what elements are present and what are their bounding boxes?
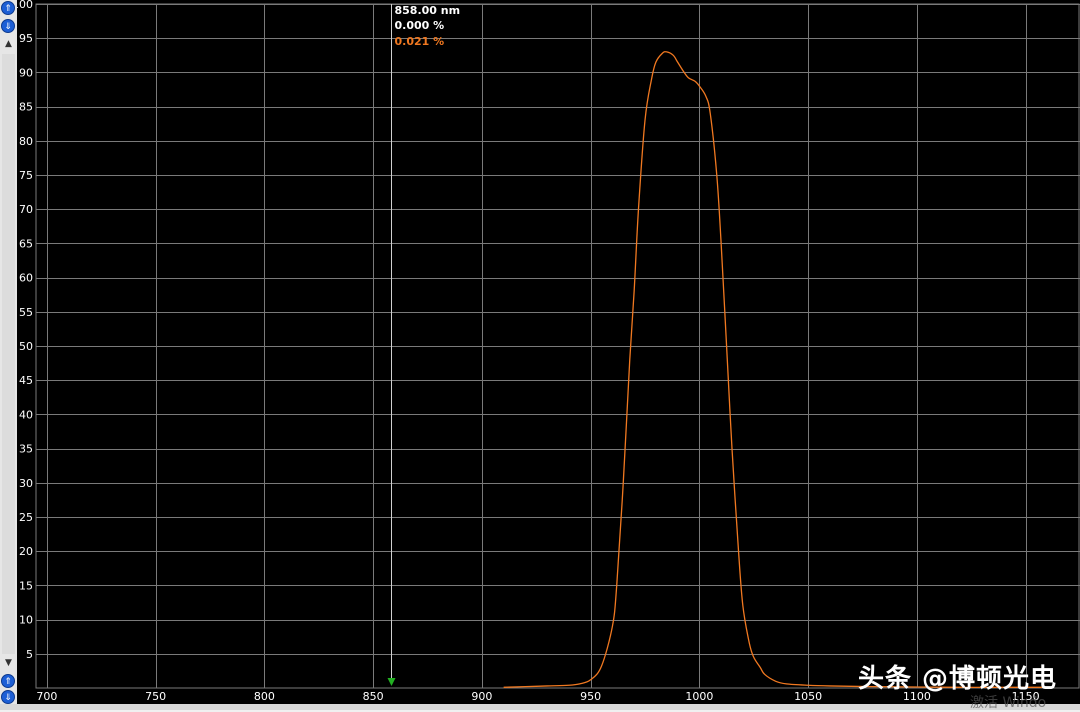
up-arrow-icon[interactable]: ▲ (2, 38, 15, 50)
y-tick-label: 60 (19, 272, 33, 285)
cursor-secondary-value-label: 0.021 % (395, 35, 445, 48)
y-tick-label: 30 (19, 477, 33, 490)
windows-activation-overlay: 激活 Windo (970, 695, 1047, 711)
x-tick-label: 950 (580, 690, 601, 703)
x-tick-label: 800 (254, 690, 275, 703)
x-tick-label: 750 (145, 690, 166, 703)
x-tick-label: 1050 (794, 690, 822, 703)
x-tick-label: 900 (471, 690, 492, 703)
plot-background (17, 0, 1080, 704)
bottom-scrollbar[interactable] (0, 704, 1080, 710)
y-tick-label: 45 (19, 374, 33, 387)
y-tick-label: 80 (19, 135, 33, 148)
y-tick-label: 15 (19, 579, 33, 592)
y-tick-label: 95 (19, 32, 33, 45)
y-tick-label: 70 (19, 203, 33, 216)
y-tick-label: 65 (19, 237, 33, 250)
scroll-track[interactable] (2, 54, 15, 654)
y-tick-label: 75 (19, 169, 33, 182)
vertical-scroll-panel: ⇑ ⇓ ▲ ▼ ⇑ ⇓ (0, 0, 18, 710)
cursor-value-label: 0.000 % (395, 19, 445, 32)
cursor-wavelength-label: 858.00 nm (395, 4, 461, 17)
y-tick-label: 20 (19, 545, 33, 558)
down-arrow-icon[interactable]: ▼ (2, 657, 15, 669)
double-down-arrow-icon[interactable]: ⇓ (1, 19, 15, 33)
double-up-arrow-icon[interactable]: ⇑ (1, 674, 15, 688)
x-tick-label: 850 (363, 690, 384, 703)
watermark: 头条 @博顿光电 (858, 664, 1058, 694)
y-tick-label: 50 (19, 340, 33, 353)
y-tick-label: 85 (19, 101, 33, 114)
y-tick-label: 25 (19, 511, 33, 524)
y-tick-label: 5 (26, 648, 33, 661)
y-tick-label: 40 (19, 408, 33, 421)
double-up-arrow-icon[interactable]: ⇑ (1, 1, 15, 15)
double-down-arrow-icon[interactable]: ⇓ (1, 690, 15, 704)
x-tick-label: 700 (36, 690, 57, 703)
y-tick-label: 10 (19, 614, 33, 627)
y-tick-label: 100 (17, 0, 33, 11)
y-tick-label: 90 (19, 66, 33, 79)
spectrum-chart[interactable]: 5 10 15 20 25 30 35 40 45 50 55 60 65 70 75 80 85 90 95 100… (17, 0, 1080, 704)
x-tick-label: 1000 (685, 690, 713, 703)
y-tick-label: 35 (19, 443, 33, 456)
y-tick-label: 55 (19, 306, 33, 319)
